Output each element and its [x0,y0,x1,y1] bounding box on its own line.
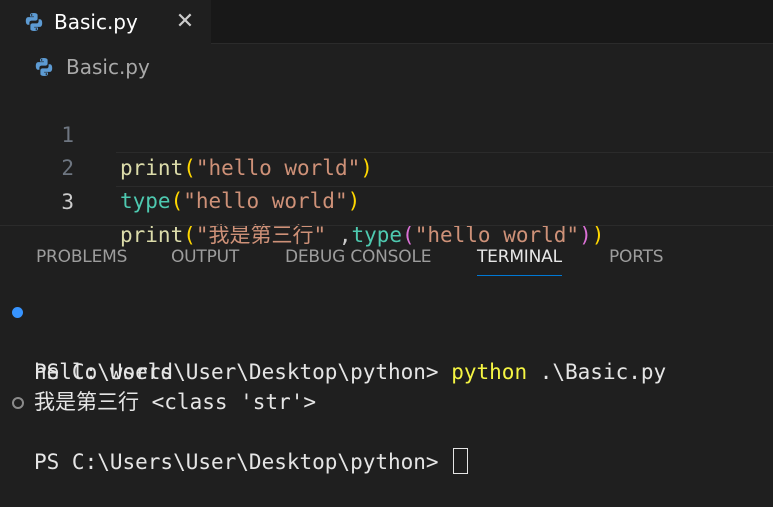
breadcrumb[interactable]: Basic.py [34,53,150,81]
code-line[interactable]: 1 print("hello world") [0,86,773,180]
tab-ports[interactable]: PORTS [609,240,664,274]
tab-basic-py[interactable]: Basic.py ✕ [0,0,211,44]
bracket-token: ) [347,189,361,213]
tab-label: Basic.py [54,10,138,34]
command-success-dot-icon[interactable] [12,307,23,318]
close-icon[interactable]: ✕ [172,9,198,35]
string-token: "hello world" [183,189,348,213]
panel-tabs: PROBLEMS OUTPUT DEBUG CONSOLE TERMINAL P… [0,240,773,276]
command-pending-dot-icon[interactable] [12,397,24,409]
terminal-line: PS C:\Users\User\Desktop\python> python … [0,297,773,384]
terminal-line: PS C:\Users\User\Desktop\python> [0,387,773,474]
code-editor[interactable]: 1 print("hello world") 2 type("hello wor… [0,86,773,247]
line-number: 3 [61,190,74,214]
python-icon [24,12,44,32]
tab-problems[interactable]: PROBLEMS [36,240,127,274]
terminal-line: 我是第三行 <class 'str'> [0,357,773,414]
line-number: 2 [61,156,74,180]
code-line[interactable]: 2 type("hello world") [0,119,773,213]
bracket-token: ( [170,189,184,213]
editor-tab-bar: Basic.py ✕ [0,0,773,44]
tab-output[interactable]: OUTPUT [171,240,239,274]
tab-bar-border [211,43,773,44]
terminal[interactable]: PS C:\Users\User\Desktop\python> python … [0,297,773,474]
terminal-line: hello world [0,327,773,384]
terminal-cursor [453,448,469,474]
panel-divider [0,225,773,226]
breadcrumb-file: Basic.py [66,55,150,79]
current-code-line[interactable]: 3 print("我是第三行" ,type("hello world")) [61,152,773,247]
tab-terminal[interactable]: TERMINAL [477,240,562,276]
tab-debug-console[interactable]: DEBUG CONSOLE [285,240,431,274]
python-icon [34,57,54,77]
terminal-prompt: PS C:\Users\User\Desktop\python> [34,450,452,474]
